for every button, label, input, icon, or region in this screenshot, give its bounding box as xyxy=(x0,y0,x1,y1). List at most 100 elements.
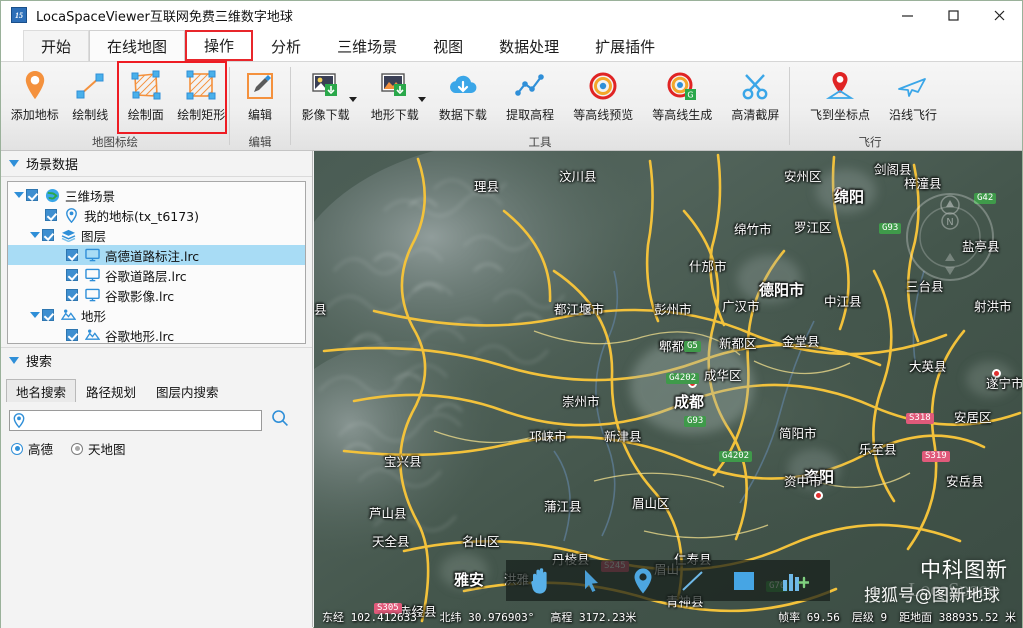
tree-checkbox[interactable] xyxy=(66,329,78,341)
rectangle-icon[interactable] xyxy=(727,565,761,597)
image-download-icon xyxy=(310,67,342,105)
chevron-down-icon[interactable] xyxy=(28,312,42,318)
scissors-icon xyxy=(739,67,771,105)
location-pin-icon xyxy=(13,413,25,428)
tab-extensions[interactable]: 扩展插件 xyxy=(577,30,674,61)
ribbon-button-data-download[interactable]: 数据下载 xyxy=(429,67,496,133)
search-section-title: 搜索 xyxy=(26,355,53,370)
tree-checkbox[interactable] xyxy=(66,269,78,281)
tab-view[interactable]: 视图 xyxy=(415,30,482,61)
search-tab-strip: 地名搜索 路径规划 图层内搜索 xyxy=(1,378,312,402)
ribbon-label: 绘制线 xyxy=(72,108,109,122)
radio-gaode[interactable]: 高德 xyxy=(11,439,53,458)
ribbon-label: 影像下载 xyxy=(301,108,350,122)
close-button[interactable] xyxy=(976,1,1022,29)
tree-item-terrain[interactable]: 地形 xyxy=(8,305,305,325)
tree-checkbox[interactable] xyxy=(26,189,38,201)
chevron-down-icon[interactable] xyxy=(9,357,19,364)
ribbon-button-fly-along-line[interactable]: 沿线飞行 xyxy=(878,67,948,133)
tree-item-label: 我的地标(tx_t6173) xyxy=(84,208,200,224)
ribbon-label: 飞到坐标点 xyxy=(809,108,870,122)
tree-item-google-imagery[interactable]: 谷歌影像.lrc xyxy=(8,285,305,305)
tab-start[interactable]: 开始 xyxy=(23,30,90,61)
tree-checkbox[interactable] xyxy=(45,209,57,221)
ribbon-group-flight: 飞到坐标点 沿线飞行 飞行 xyxy=(790,62,950,151)
tab-online-map[interactable]: 在线地图 xyxy=(89,30,186,61)
radio-indicator[interactable] xyxy=(71,442,84,455)
terrain-icon xyxy=(59,308,77,322)
pan-hand-icon[interactable] xyxy=(524,565,558,597)
tab-operate[interactable]: 操作 xyxy=(185,30,254,61)
ribbon-button-extract-elevation[interactable]: 提取高程 xyxy=(497,67,564,133)
tree-item-google-road-layer[interactable]: 谷歌道路层.lrc xyxy=(8,265,305,285)
select-arrow-icon[interactable] xyxy=(575,565,609,597)
tree-checkbox[interactable] xyxy=(42,309,54,321)
tree-item-google-terrain[interactable]: 谷歌地形.lrc xyxy=(8,325,305,343)
maximize-button[interactable] xyxy=(930,1,976,29)
cloud-download-icon xyxy=(446,67,480,105)
edit-pencil-icon xyxy=(245,67,275,105)
ribbon-button-contour-generate[interactable]: G 等高线生成 xyxy=(643,67,722,133)
contour-preview-icon xyxy=(588,67,618,105)
ribbon-label: 绘制面 xyxy=(127,108,164,122)
chevron-down-icon[interactable] xyxy=(349,97,358,102)
tab-route-planning[interactable]: 路径规划 xyxy=(76,379,146,402)
ribbon-button-hd-screenshot[interactable]: 高清截屏 xyxy=(722,67,789,133)
scene-data-section-header[interactable]: 场景数据 xyxy=(1,151,312,177)
tree-checkbox[interactable] xyxy=(66,289,78,301)
tree-item-layers[interactable]: 图层 xyxy=(8,225,305,245)
search-input-wrapper[interactable] xyxy=(9,410,262,431)
draw-line-icon xyxy=(74,67,106,105)
scene-tree[interactable]: 三维场景 我的地标(tx_t6173) 图层 高德道路标注.lrc 谷歌道路层.… xyxy=(7,181,306,344)
chevron-down-icon[interactable] xyxy=(28,232,42,238)
tree-checkbox[interactable] xyxy=(42,229,54,241)
contour-generate-icon: G xyxy=(666,67,698,105)
tree-item-label: 谷歌道路层.lrc xyxy=(105,268,187,284)
tree-item-label: 图层 xyxy=(81,228,107,244)
ribbon-group-title: 地图标绘 xyxy=(92,135,138,149)
minimize-button[interactable] xyxy=(884,1,930,29)
layers-icon xyxy=(59,229,77,242)
tab-place-search[interactable]: 地名搜索 xyxy=(6,379,77,402)
tree-item-gaode-road-labels[interactable]: 高德道路标注.lrc xyxy=(8,245,305,265)
map-viewport[interactable]: 理县 汶川县 安州区 绵阳 梓潼县 剑阁县 绵竹市 罗江区 盐亭县 什邡市 德阳市 中江县 三台县 彭州市… xyxy=(314,151,1022,628)
tab-layer-search[interactable]: 图层内搜索 xyxy=(146,379,229,402)
ribbon-button-draw-polygon[interactable]: 绘制面 xyxy=(118,67,174,133)
ribbon-button-draw-rectangle[interactable]: 绘制矩形 xyxy=(174,67,230,133)
ribbon-button-contour-preview[interactable]: 等高线预览 xyxy=(564,67,643,133)
add-chart-icon[interactable] xyxy=(778,565,812,597)
ribbon-button-add-placemark[interactable]: 添加地标 xyxy=(7,67,63,133)
tree-item-label: 谷歌影像.lrc xyxy=(105,288,175,304)
tree-checkbox[interactable] xyxy=(66,249,78,261)
ribbon-group-title: 编辑 xyxy=(248,135,272,149)
tab-analysis[interactable]: 分析 xyxy=(253,30,320,61)
tab-data-process[interactable]: 数据处理 xyxy=(481,30,578,61)
ribbon-label: 高清截屏 xyxy=(731,108,780,122)
ribbon-label: 编辑 xyxy=(247,108,272,122)
chevron-down-icon[interactable] xyxy=(12,192,26,198)
radio-tianditu[interactable]: 天地图 xyxy=(71,439,126,458)
ribbon-label: 绘制矩形 xyxy=(177,108,226,122)
radio-indicator[interactable] xyxy=(11,442,23,455)
ribbon-button-fly-to-coordinate[interactable]: 飞到坐标点 xyxy=(802,67,878,133)
search-section-header[interactable]: 搜索 xyxy=(1,347,312,373)
chevron-down-icon[interactable] xyxy=(9,160,19,167)
compass-widget[interactable]: N xyxy=(904,191,996,288)
elevation-extract-icon xyxy=(514,67,546,105)
tab-3d-scene[interactable]: 三维场景 xyxy=(319,30,416,61)
tree-item-3d-scene[interactable]: 三维场景 xyxy=(8,185,305,205)
ribbon-button-terrain-download[interactable]: 地形下载 xyxy=(360,67,429,133)
ribbon-button-edit[interactable]: 编辑 xyxy=(230,67,290,133)
ribbon-button-image-download[interactable]: 影像下载 xyxy=(291,67,360,133)
line-icon[interactable] xyxy=(676,565,710,597)
marker-pin-icon[interactable] xyxy=(626,565,660,597)
search-button[interactable] xyxy=(271,409,289,432)
chevron-down-icon[interactable] xyxy=(418,97,427,102)
ribbon-button-draw-line[interactable]: 绘制线 xyxy=(63,67,119,133)
search-input[interactable] xyxy=(25,412,261,429)
monitor-icon xyxy=(83,248,101,262)
monitor-icon xyxy=(83,268,101,282)
map-pin-icon xyxy=(20,67,50,105)
tree-item-my-placemarks[interactable]: 我的地标(tx_t6173) xyxy=(8,205,305,225)
monitor-icon xyxy=(83,288,101,302)
